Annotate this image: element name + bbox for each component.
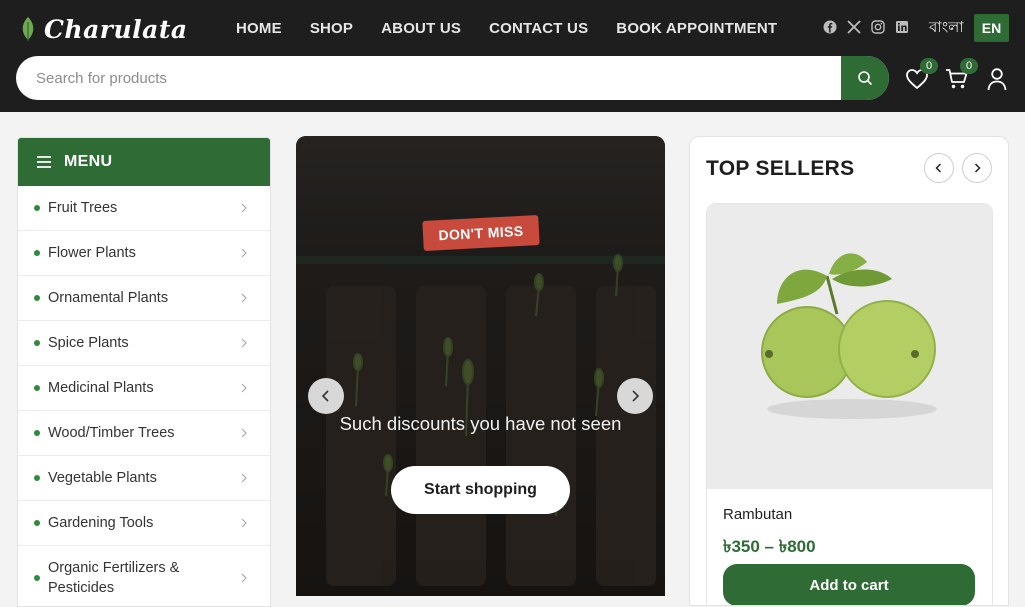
product-price: ৳350 – ৳800 (723, 537, 816, 556)
search-bar (16, 56, 889, 100)
menu-item-label: Wood/Timber Trees (48, 425, 175, 441)
menu-item-label: Medicinal Plants (48, 380, 154, 396)
menu-item-wood-timber-trees[interactable]: Wood/Timber Trees (18, 411, 270, 456)
wishlist-count-badge: 0 (920, 58, 938, 74)
cart-count-badge: 0 (960, 58, 978, 74)
search-button[interactable] (841, 56, 889, 100)
instagram-icon[interactable] (870, 19, 886, 35)
nav-contact-us[interactable]: CONTACT US (489, 18, 588, 40)
language-english[interactable]: EN (974, 14, 1009, 42)
promo-badge: DON'T MISS (422, 214, 540, 252)
chevron-right-icon (241, 338, 247, 348)
chevron-left-icon (321, 390, 329, 402)
bullet-icon (34, 205, 40, 211)
facebook-icon[interactable] (822, 19, 838, 35)
sellers-next-button[interactable] (962, 153, 992, 183)
language-bangla[interactable]: বাংলা (929, 17, 964, 39)
menu-item-gardening-tools[interactable]: Gardening Tools (18, 501, 270, 546)
chevron-right-icon (241, 203, 247, 213)
menu-item-label: Vegetable Plants (48, 470, 157, 486)
top-sellers-panel: TOP SELLERS Rambutan ৳350 – ৳800 Add to … (689, 136, 1009, 606)
chevron-right-icon (241, 428, 247, 438)
menu-header[interactable]: MENU (18, 138, 270, 186)
promo-text: Such discounts you have not seen (339, 413, 622, 434)
menu-item-label: Ornamental Plants (48, 290, 169, 306)
chevron-right-icon (241, 293, 247, 303)
search-icon (858, 71, 872, 85)
slider-next-button[interactable] (617, 378, 653, 414)
brand-logo[interactable]: Charulata (20, 14, 188, 44)
menu-item-organic-fertilizers[interactable]: Organic Fertilizers & Pesticides (18, 546, 270, 606)
bullet-icon (34, 340, 40, 346)
bullet-icon (34, 574, 40, 581)
wishlist-button[interactable]: 0 (904, 58, 938, 92)
search-input[interactable] (16, 56, 841, 100)
menu-item-label: Spice Plants (48, 335, 129, 351)
cart-button[interactable]: 0 (944, 58, 978, 92)
slider-prev-button[interactable] (308, 378, 344, 414)
category-menu: MENU Fruit Trees Flower Plants Ornamenta… (17, 137, 271, 607)
chevron-left-icon (935, 163, 942, 173)
chevron-right-icon (241, 573, 247, 582)
menu-item-ornamental-plants[interactable]: Ornamental Plants (18, 276, 270, 321)
x-icon[interactable] (846, 19, 862, 35)
linkedin-icon[interactable] (894, 19, 910, 35)
chevron-right-icon (241, 383, 247, 393)
menu-item-label: Flower Plants (48, 245, 136, 261)
product-name[interactable]: Rambutan (723, 506, 792, 523)
bullet-icon (34, 250, 40, 256)
site-header: Charulata HOME SHOP ABOUT US CONTACT US … (0, 0, 1025, 112)
nav-shop[interactable]: SHOP (310, 18, 353, 40)
bullet-icon (34, 475, 40, 481)
main-nav: HOME SHOP ABOUT US CONTACT US BOOK APPOI… (236, 18, 805, 40)
social-links (822, 19, 910, 35)
chevron-right-icon (974, 163, 981, 173)
sellers-prev-button[interactable] (924, 153, 954, 183)
chevron-right-icon (241, 518, 247, 528)
leaf-icon (22, 17, 34, 41)
nav-book-appointment[interactable]: BOOK APPOINTMENT (616, 18, 777, 40)
bullet-icon (34, 520, 40, 526)
menu-item-flower-plants[interactable]: Flower Plants (18, 231, 270, 276)
menu-item-medicinal-plants[interactable]: Medicinal Plants (18, 366, 270, 411)
menu-item-vegetable-plants[interactable]: Vegetable Plants (18, 456, 270, 501)
product-image (707, 204, 992, 489)
menu-item-label: Organic Fertilizers & Pesticides (48, 559, 180, 596)
start-shopping-button[interactable]: Start shopping (391, 466, 570, 514)
add-to-cart-button[interactable]: Add to cart (723, 564, 975, 605)
menu-item-label: Gardening Tools (48, 515, 154, 531)
user-icon (987, 68, 1007, 91)
chevron-right-icon (632, 390, 640, 402)
menu-item-spice-plants[interactable]: Spice Plants (18, 321, 270, 366)
menu-item-label: Fruit Trees (48, 200, 118, 216)
nav-home[interactable]: HOME (236, 18, 282, 40)
account-button[interactable] (984, 66, 1010, 92)
hero-slider: DON'T MISS Such discounts you have not s… (296, 136, 665, 596)
brand-name: Charulata (44, 14, 188, 44)
product-card[interactable]: Rambutan ৳350 – ৳800 Add to cart (706, 203, 993, 605)
bullet-icon (34, 385, 40, 391)
nav-about-us[interactable]: ABOUT US (381, 18, 461, 40)
chevron-right-icon (241, 473, 247, 483)
menu-item-fruit-trees[interactable]: Fruit Trees (18, 186, 270, 231)
seedlings-background-image (296, 136, 665, 596)
menu-title: MENU (64, 153, 113, 170)
hamburger-icon (37, 156, 51, 168)
top-sellers-title: TOP SELLERS (706, 157, 855, 180)
bullet-icon (34, 295, 40, 301)
chevron-right-icon (241, 248, 247, 258)
bullet-icon (34, 430, 40, 436)
